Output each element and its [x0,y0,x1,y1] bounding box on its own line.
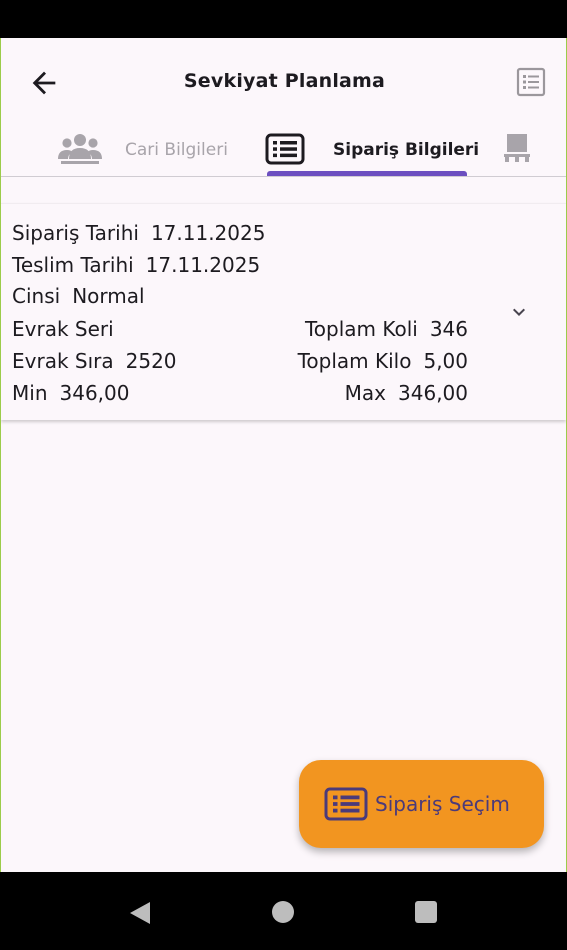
max-row: Max 346,00 [345,381,468,405]
toplam-koli-row: Toplam Koli 346 [305,317,468,341]
max-label: Max [344,381,387,405]
cinsi-label: Cinsi [12,284,61,308]
siparis-secim-button[interactable]: Sipariş Seçim [299,760,544,848]
fab-label: Sipariş Seçim [375,792,510,816]
toplam-kilo-label: Toplam Kilo [297,349,412,373]
evrak-sira-row: Evrak Sıra 2520 [12,349,177,373]
cinsi-value: Normal [72,284,145,308]
teslim-tarihi-label: Teslim Tarihi [12,253,134,277]
teslim-tarihi-value: 17.11.2025 [145,253,261,277]
toplam-kilo-value: 5,00 [423,349,468,373]
siparis-tarihi-row: Sipariş Tarihi 17.11.2025 [12,221,265,245]
min-label: Min [12,381,48,405]
tab-indicator [267,171,467,176]
siparis-tarihi-value: 17.11.2025 [150,221,266,245]
teslim-tarihi-row: Teslim Tarihi 17.11.2025 [12,253,260,277]
toplam-kilo-row: Toplam Kilo 5,00 [298,349,468,373]
min-row: Min 346,00 [12,381,129,405]
siparis-tarihi-label: Sipariş Tarihi [12,221,139,245]
max-value: 346,00 [398,381,468,405]
list-view-button[interactable] [515,66,547,98]
page-title: Sevkiyat Planlama [183,70,386,92]
toplam-koli-value: 346 [429,317,468,341]
pallet-icon [504,134,530,162]
tab-label: Sipariş Bilgileri [333,140,480,160]
nav-back-button[interactable] [127,900,153,930]
people-group-icon [58,134,102,164]
app-bar: Sevkiyat Planlama [1,38,566,128]
list-document-icon [516,67,546,97]
order-info-card[interactable]: Sipariş Tarihi 17.11.2025 Teslim Tarihi 17… [1,203,566,420]
circle-home-icon [272,901,294,923]
toplam-koli-label: Toplam Koli [304,317,418,341]
status-bar [0,0,567,38]
system-nav-bar [0,872,567,950]
list-box-icon [265,133,305,165]
tab-cari-bilgileri[interactable]: Cari Bilgileri [51,128,251,176]
nav-home-button[interactable] [271,900,295,928]
expand-button[interactable] [507,300,531,324]
tab-bar: Cari Bilgileri Sipariş Bilgileri [1,128,566,177]
nav-recents-button[interactable] [414,900,438,928]
evrak-seri-row: Evrak Seri [12,317,126,341]
evrak-seri-label: Evrak Seri [12,317,114,341]
app-screen: Sevkiyat Planlama Cari Bilgileri Sipariş… [0,38,567,872]
tab-pallet[interactable] [497,128,566,176]
list-box-icon [324,787,368,821]
tab-label: Cari Bilgileri [125,140,228,160]
tab-siparis-bilgileri[interactable]: Sipariş Bilgileri [263,128,479,176]
min-value: 346,00 [59,381,130,405]
evrak-sira-value: 2520 [125,349,177,373]
cinsi-row: Cinsi Normal [12,284,145,308]
chevron-down-icon [513,308,525,316]
triangle-back-icon [130,902,150,924]
square-recents-icon [415,901,437,923]
evrak-sira-label: Evrak Sıra [12,349,114,373]
